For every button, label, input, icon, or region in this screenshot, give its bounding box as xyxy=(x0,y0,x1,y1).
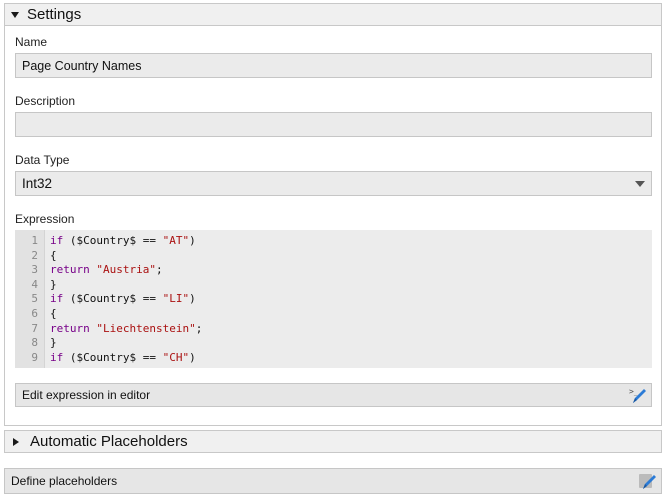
code-keyword: if xyxy=(50,292,64,306)
expression-code-editor[interactable]: 1 if ($Country$ == "AT") 2{3 return "Austri… xyxy=(15,230,652,368)
automatic-placeholders-title: Automatic Placeholders xyxy=(30,433,188,450)
code-line: 7 return "Liechtenstein"; xyxy=(15,322,652,337)
code-text: return "Liechtenstein"; xyxy=(42,322,202,337)
line-number: 6 xyxy=(31,306,38,320)
code-line: 5 if ($Country$ == "LI") xyxy=(15,292,652,307)
name-field[interactable]: Page Country Names xyxy=(15,53,652,78)
line-number: 7 xyxy=(31,321,38,335)
data-type-select[interactable]: Int32 xyxy=(15,171,652,196)
code-line: 1 if ($Country$ == "AT") xyxy=(15,234,652,249)
expand-triangle-icon[interactable] xyxy=(13,437,19,446)
data-type-label: Data Type xyxy=(15,153,70,167)
code-token: ($Country$ == xyxy=(63,234,163,247)
code-string: "Austria" xyxy=(96,263,156,277)
code-text: { xyxy=(42,307,57,322)
settings-panel: Settings Name Page Country Names Descrip… xyxy=(4,3,662,426)
code-text: } xyxy=(42,278,57,293)
line-number: 9 xyxy=(31,350,38,364)
svg-text:>_: >_ xyxy=(629,387,639,396)
description-label: Description xyxy=(15,94,76,108)
code-text: { xyxy=(42,249,57,264)
code-token: } xyxy=(50,336,57,350)
code-token: { xyxy=(50,248,57,262)
code-token: ($Country$ == xyxy=(63,292,163,306)
line-number: 1 xyxy=(31,234,38,247)
code-line: 4} xyxy=(15,278,652,293)
code-token: } xyxy=(50,277,57,291)
edit-expression-label: Edit expression in editor xyxy=(22,388,151,402)
code-line: 3 return "Austria"; xyxy=(15,263,652,278)
line-number: 8 xyxy=(31,336,38,350)
code-string: "AT" xyxy=(162,234,190,247)
code-string: "CH" xyxy=(162,350,190,364)
code-text: return "Austria"; xyxy=(42,263,163,278)
code-text: if ($Country$ == "LI") xyxy=(42,292,196,307)
code-token: ) xyxy=(189,292,196,306)
code-token: ; xyxy=(195,321,203,335)
line-number: 5 xyxy=(31,292,38,306)
settings-title: Settings xyxy=(27,6,82,23)
define-placeholders-button[interactable]: Define placeholders xyxy=(4,468,662,494)
chevron-down-icon[interactable] xyxy=(635,181,645,187)
collapse-triangle-icon[interactable] xyxy=(11,11,19,18)
line-number: 3 xyxy=(31,263,38,277)
code-keyword: return xyxy=(50,263,90,277)
line-number: 4 xyxy=(31,277,38,291)
code-text: if ($Country$ == "CH") xyxy=(42,351,196,366)
code-text: if ($Country$ == "AT") xyxy=(42,234,196,249)
edit-expression-button[interactable]: Edit expression in editor >_ xyxy=(15,383,652,407)
code-token: ) xyxy=(189,350,196,364)
code-string: "Liechtenstein" xyxy=(96,321,196,335)
settings-header[interactable]: Settings xyxy=(5,4,661,26)
code-token: ; xyxy=(155,263,163,277)
code-line: 6{ xyxy=(15,307,652,322)
code-keyword: return xyxy=(50,321,90,335)
description-field[interactable] xyxy=(15,112,652,137)
code-line: 9 if ($Country$ == "CH") xyxy=(15,351,652,366)
automatic-placeholders-header[interactable]: Automatic Placeholders xyxy=(4,430,662,453)
line-number: 2 xyxy=(31,248,38,262)
edit-pencil-icon[interactable] xyxy=(638,472,658,491)
code-text: } xyxy=(42,336,57,351)
code-token: ) xyxy=(189,234,196,247)
code-line: 8} xyxy=(15,336,652,351)
code-token: ($Country$ == xyxy=(63,350,163,364)
define-placeholders-label: Define placeholders xyxy=(11,474,118,488)
code-keyword: if xyxy=(50,234,64,247)
edit-pencil-icon[interactable]: >_ xyxy=(628,386,648,405)
expression-label: Expression xyxy=(15,212,75,226)
code-lines: 1 if ($Country$ == "AT") 2{3 return "Austri… xyxy=(15,234,652,365)
code-string: "LI" xyxy=(162,292,190,306)
name-value: Page Country Names xyxy=(22,58,142,73)
code-token: { xyxy=(50,306,57,320)
code-keyword: if xyxy=(50,350,64,364)
data-type-value: Int32 xyxy=(22,176,53,191)
code-line: 2{ xyxy=(15,249,652,264)
name-label: Name xyxy=(15,35,48,49)
